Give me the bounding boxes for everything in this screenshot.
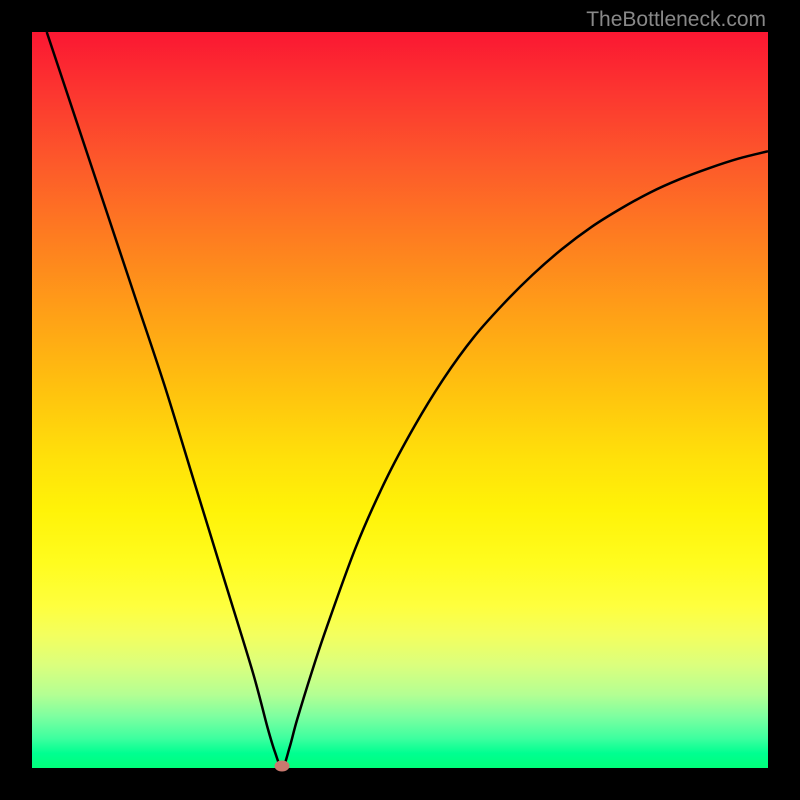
watermark: TheBottleneck.com	[586, 8, 766, 32]
plot-area	[32, 32, 768, 768]
bottleneck-curve-svg	[32, 32, 768, 768]
bottleneck-curve-path	[47, 32, 768, 768]
chart-container: TheBottleneck.com	[0, 0, 800, 800]
optimal-point-marker	[275, 761, 290, 772]
